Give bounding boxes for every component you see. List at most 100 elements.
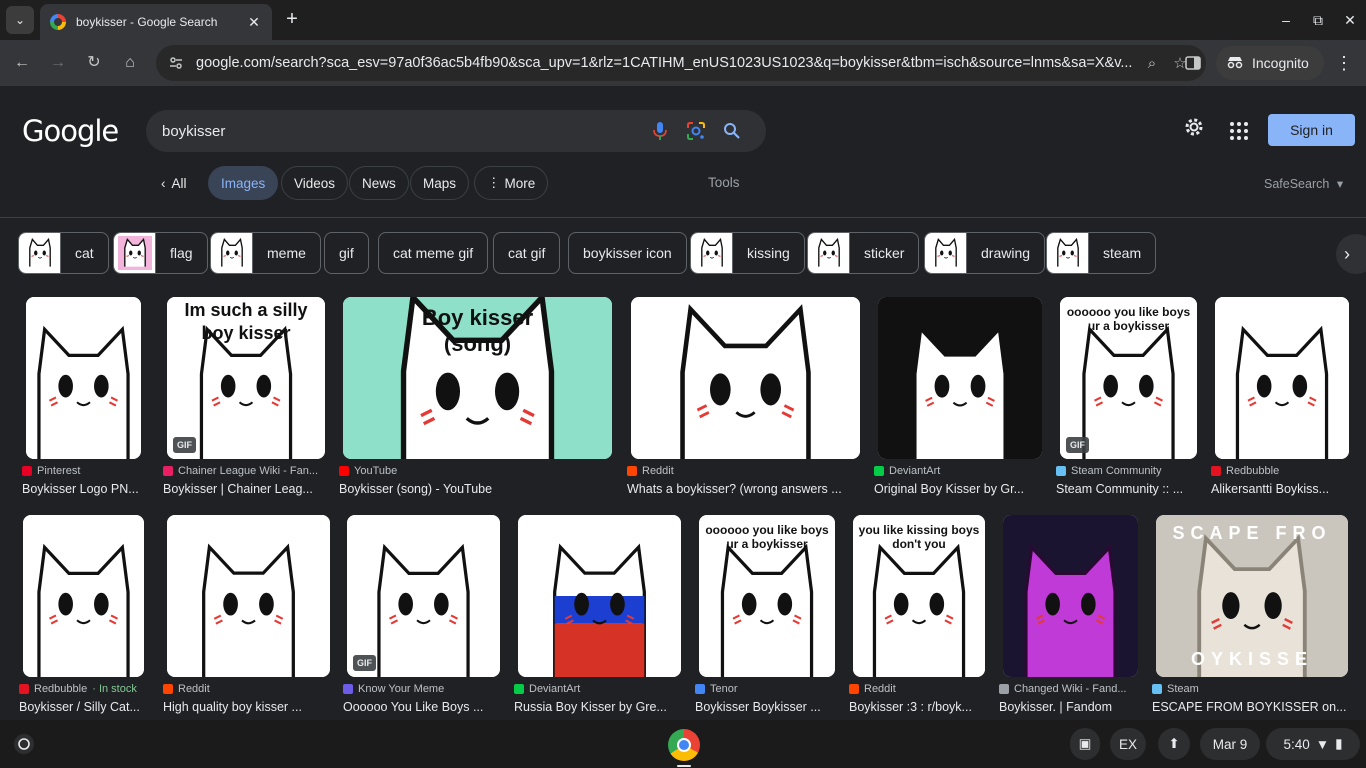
- result-image[interactable]: [518, 515, 681, 677]
- result-source[interactable]: DeviantArt: [514, 683, 687, 695]
- result-source[interactable]: Changed Wiki - Fand...: [999, 683, 1144, 695]
- related-chip[interactable]: kissing: [690, 232, 805, 274]
- maximize-icon[interactable]: ⧉: [1306, 8, 1330, 32]
- google-lens-icon[interactable]: [678, 119, 714, 143]
- date-tray[interactable]: Mar 9: [1200, 728, 1260, 760]
- search-box[interactable]: boykisser: [146, 110, 766, 152]
- tab-all[interactable]: ‹ All: [148, 166, 200, 200]
- result-source[interactable]: DeviantArt: [874, 465, 1048, 477]
- result-source[interactable]: Steam Community: [1056, 465, 1203, 477]
- new-tab-button[interactable]: +: [280, 8, 304, 32]
- result-title[interactable]: Oooooo You Like Boys ...: [343, 700, 508, 714]
- result-image[interactable]: oooooo you like boys ur a boykisser GIF: [1060, 297, 1197, 459]
- result-title[interactable]: Alikersantti Boykiss...: [1211, 482, 1357, 496]
- zoom-search-icon[interactable]: ⌕: [1138, 55, 1166, 72]
- tab-maps[interactable]: Maps: [410, 166, 470, 200]
- result-title[interactable]: Original Boy Kisser by Gr...: [874, 482, 1050, 496]
- related-chip[interactable]: cat gif: [493, 232, 561, 274]
- google-apps-icon[interactable]: [1229, 121, 1249, 146]
- result-image[interactable]: SCAPE FRO OYKISSE: [1156, 515, 1348, 677]
- address-bar[interactable]: google.com/search?sca_esv=97a0f36ac5b4fb…: [156, 45, 1206, 81]
- result-image[interactable]: [878, 297, 1042, 459]
- result-title[interactable]: Steam Community :: ...: [1056, 482, 1205, 496]
- result-image[interactable]: GIF: [347, 515, 500, 677]
- reload-icon[interactable]: ↻: [81, 50, 107, 76]
- source-favicon-icon: [514, 684, 524, 694]
- tab-search-button[interactable]: ⌄: [6, 6, 34, 34]
- incognito-indicator[interactable]: Incognito: [1216, 46, 1324, 80]
- result-title[interactable]: ESCAPE FROM BOYKISSER on...: [1152, 700, 1356, 714]
- result-source[interactable]: YouTube: [339, 465, 618, 477]
- chrome-app-icon[interactable]: [668, 729, 700, 761]
- result-source[interactable]: Pinterest: [22, 465, 147, 477]
- related-chip[interactable]: drawing: [924, 232, 1046, 274]
- search-icon[interactable]: [714, 119, 750, 143]
- search-query-input[interactable]: boykisser: [162, 123, 642, 140]
- tab-images[interactable]: Images: [208, 166, 279, 200]
- close-tab-icon[interactable]: ✕: [246, 14, 262, 31]
- result-image[interactable]: [26, 297, 141, 459]
- back-arrow-icon[interactable]: ←: [9, 50, 35, 76]
- related-chip[interactable]: steam: [1046, 232, 1157, 274]
- close-window-icon[interactable]: ✕: [1338, 8, 1362, 32]
- holding-space-icon[interactable]: ▣: [1070, 728, 1100, 760]
- result-title[interactable]: Boykisser Boykisser ...: [695, 700, 843, 714]
- result-source[interactable]: Steam: [1152, 683, 1354, 695]
- related-chip[interactable]: boykisser icon: [568, 232, 687, 274]
- related-chip[interactable]: cat meme gif: [378, 232, 489, 274]
- result-source[interactable]: Redbubble: [1211, 465, 1355, 477]
- safesearch-button[interactable]: SafeSearch ▾: [1264, 176, 1343, 191]
- result-title[interactable]: Boykisser | Chainer Leag...: [163, 482, 333, 496]
- microphone-icon[interactable]: [642, 119, 678, 143]
- related-chip[interactable]: meme: [210, 232, 321, 274]
- result-source[interactable]: Reddit: [627, 465, 866, 477]
- result-source[interactable]: Reddit: [849, 683, 991, 695]
- tab-news[interactable]: News: [349, 166, 409, 200]
- tab-more[interactable]: ⋮ More: [474, 166, 549, 200]
- launcher-icon[interactable]: [9, 732, 39, 756]
- related-chip[interactable]: gif: [324, 232, 369, 274]
- result-image[interactable]: [167, 515, 330, 677]
- result-source[interactable]: Redbubble · In stock: [19, 683, 150, 695]
- result-source[interactable]: Know Your Meme: [343, 683, 506, 695]
- upload-status-icon[interactable]: ⬆: [1158, 728, 1190, 760]
- home-icon[interactable]: ⌂: [117, 50, 143, 76]
- result-image[interactable]: you like kissing boys don't you: [853, 515, 985, 677]
- result-title[interactable]: Boykisser. | Fandom: [999, 700, 1146, 714]
- result-title[interactable]: Boykisser :3 : r/boyk...: [849, 700, 993, 714]
- result-image[interactable]: Boy kisser (song): [343, 297, 612, 459]
- sign-in-button[interactable]: Sign in: [1268, 114, 1355, 146]
- result-title[interactable]: Whats a boykisser? (wrong answers ...: [627, 482, 868, 496]
- chips-next-arrow-icon[interactable]: ›: [1336, 234, 1366, 274]
- tools-button[interactable]: Tools: [708, 175, 740, 190]
- result-source[interactable]: Tenor: [695, 683, 841, 695]
- result-image[interactable]: [1003, 515, 1138, 677]
- site-info-icon[interactable]: [168, 55, 184, 71]
- related-chip[interactable]: sticker: [807, 232, 920, 274]
- result-image[interactable]: [631, 297, 860, 459]
- status-tray[interactable]: 5:40 ▼ ▮: [1266, 728, 1360, 760]
- result-image[interactable]: [23, 515, 144, 677]
- result-title[interactable]: High quality boy kisser ...: [163, 700, 338, 714]
- result-image[interactable]: oooooo you like boys ur a boykisser: [699, 515, 835, 677]
- forward-arrow-icon[interactable]: →: [45, 50, 71, 76]
- tab-news-label: News: [362, 175, 396, 191]
- browser-tab[interactable]: boykisser - Google Search ✕: [40, 4, 272, 40]
- result-title[interactable]: Boykisser (song) - YouTube: [339, 482, 620, 496]
- related-chip[interactable]: cat: [18, 232, 109, 274]
- result-title[interactable]: Russia Boy Kisser by Gre...: [514, 700, 689, 714]
- settings-gear-icon[interactable]: [1182, 115, 1206, 144]
- browser-menu-icon[interactable]: ⋮: [1332, 50, 1356, 76]
- result-image[interactable]: [1215, 297, 1349, 459]
- result-title[interactable]: Boykisser Logo PN...: [22, 482, 149, 496]
- side-panel-icon[interactable]: [1180, 50, 1206, 76]
- minimize-icon[interactable]: –: [1274, 8, 1298, 32]
- input-method-indicator[interactable]: EX: [1110, 728, 1146, 760]
- google-logo[interactable]: Google: [22, 114, 119, 148]
- tab-videos[interactable]: Videos: [281, 166, 349, 200]
- result-source[interactable]: Reddit: [163, 683, 336, 695]
- result-image[interactable]: GIF Im such a silly boy kisser: [167, 297, 325, 459]
- related-chip[interactable]: flag: [113, 232, 208, 274]
- result-title[interactable]: Boykisser / Silly Cat...: [19, 700, 152, 714]
- result-source[interactable]: Chainer League Wiki - Fan...: [163, 465, 331, 477]
